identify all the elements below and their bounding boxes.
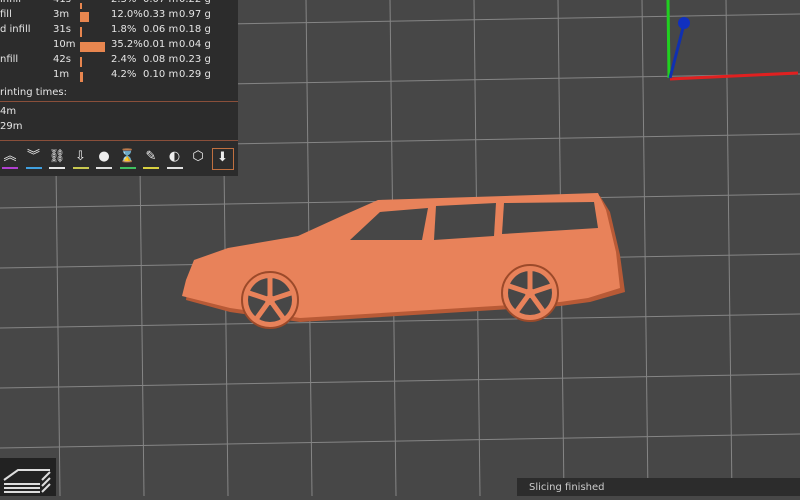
feature-time: 3m bbox=[53, 9, 70, 20]
shells-toggle[interactable]: ⬡ bbox=[188, 148, 208, 168]
printing-times-label: rinting times: bbox=[0, 87, 67, 98]
feature-percent: 35.2% bbox=[111, 39, 143, 50]
feature-time: 42s bbox=[53, 54, 71, 65]
feature-length: 0.01 m bbox=[143, 39, 179, 50]
percent-bar bbox=[80, 12, 89, 22]
shells-icon: ⬡ bbox=[192, 149, 204, 164]
legend-row: infill 41s 2.3% 0.07 m 0.22 g bbox=[0, 0, 238, 9]
pause-toggle[interactable]: ⌛ bbox=[118, 148, 138, 169]
sliced-model-car[interactable] bbox=[182, 193, 625, 329]
grid-line bbox=[725, 0, 733, 496]
print-time-stealth: 29m bbox=[0, 121, 23, 132]
legend-row: 10m 35.2% 0.01 m 0.04 g bbox=[0, 39, 238, 54]
toggle-underline bbox=[2, 167, 18, 169]
toggle-underline bbox=[49, 167, 65, 169]
feature-length: 0.06 m bbox=[143, 24, 179, 35]
feature-percent: 2.3% bbox=[111, 0, 136, 5]
feature-weight: 0.22 g bbox=[179, 0, 211, 5]
feature-weight: 0.18 g bbox=[179, 24, 211, 35]
toggle-underline bbox=[72, 167, 89, 169]
grid-line bbox=[0, 373, 800, 389]
toggle-underline bbox=[119, 167, 136, 169]
feature-percent: 2.4% bbox=[111, 54, 137, 65]
feature-time: 10m bbox=[53, 39, 76, 50]
feature-name: infill bbox=[0, 0, 21, 5]
custom-gcode-icon: ✎ bbox=[145, 149, 157, 164]
visibility-toolbar: ︽ ︾ ⛓ ⇩ ● ⌛ ✎ ◐ ⬡ ⬇ bbox=[0, 145, 238, 173]
print-time-normal: 4m bbox=[0, 106, 17, 117]
tool-marker-icon: ⬇ bbox=[217, 150, 228, 165]
layers-icon bbox=[3, 469, 51, 493]
feature-length: 0.08 m bbox=[143, 54, 179, 65]
travel-down-toggle[interactable]: ︾ bbox=[24, 148, 44, 169]
retractions-icon: ⛓ bbox=[48, 149, 66, 164]
travel-up-icon: ︽ bbox=[3, 149, 17, 164]
grid-line bbox=[641, 0, 649, 496]
percent-bar bbox=[80, 42, 105, 52]
feature-length: 0.07 m bbox=[143, 0, 178, 5]
toggle-underline bbox=[96, 167, 112, 169]
feature-percent: 4.2% bbox=[111, 69, 137, 80]
print-time-row: 29m bbox=[0, 121, 238, 136]
pause-icon: ⌛ bbox=[119, 149, 136, 164]
grid-line bbox=[0, 313, 800, 329]
legend-row: nfill 42s 2.4% 0.08 m 0.23 g bbox=[0, 54, 238, 69]
travel-up-toggle[interactable]: ︽ bbox=[0, 148, 20, 169]
divider bbox=[0, 101, 238, 102]
divider bbox=[0, 140, 238, 141]
legend-row: fill 3m 12.0% 0.33 m 0.97 g bbox=[0, 9, 238, 24]
retractions-toggle[interactable]: ⛓ bbox=[47, 148, 67, 169]
deretractions-toggle[interactable]: ⇩ bbox=[71, 148, 91, 169]
feature-percent: 1.8% bbox=[111, 24, 137, 35]
gcode-legend-panel: infill 41s 2.3% 0.07 m 0.22 gfill 3m 12.… bbox=[0, 0, 238, 176]
seams-toggle[interactable]: ◐ bbox=[165, 148, 185, 169]
toggle-underline bbox=[25, 167, 42, 169]
feature-name: d infill bbox=[0, 24, 31, 35]
feature-weight: 0.97 g bbox=[179, 9, 211, 20]
feature-percent: 12.0% bbox=[111, 9, 143, 20]
percent-bar bbox=[80, 27, 82, 37]
feature-time: 31s bbox=[53, 24, 71, 35]
feature-name: fill bbox=[0, 9, 12, 20]
feature-name: nfill bbox=[0, 54, 19, 65]
toggle-underline bbox=[166, 167, 183, 169]
travel-down-icon: ︾ bbox=[26, 149, 40, 164]
seams-icon: ◐ bbox=[168, 149, 181, 164]
feature-time: 41s bbox=[53, 0, 71, 5]
legend-row: d infill 31s 1.8% 0.06 m 0.18 g bbox=[0, 24, 238, 39]
color-changes-icon: ● bbox=[98, 149, 110, 164]
tool-marker-toggle[interactable]: ⬇ bbox=[211, 148, 234, 170]
toggle-underline bbox=[143, 167, 159, 169]
deretractions-icon: ⇩ bbox=[75, 149, 86, 164]
printing-times-header: rinting times: bbox=[0, 87, 238, 102]
notification-slicing-finished: Slicing finished bbox=[517, 478, 800, 496]
percent-bar bbox=[80, 57, 82, 67]
feature-length: 0.33 m bbox=[143, 9, 179, 20]
feature-weight: 0.04 g bbox=[179, 39, 211, 50]
legend-row: 1m 4.2% 0.10 m 0.29 g bbox=[0, 69, 238, 84]
layers-editing-button[interactable] bbox=[0, 458, 56, 496]
custom-gcode-toggle[interactable]: ✎ bbox=[141, 148, 161, 169]
print-time-row: 4m bbox=[0, 106, 238, 121]
status-text: Slicing finished bbox=[529, 482, 605, 493]
grid-line bbox=[0, 433, 800, 449]
feature-weight: 0.29 g bbox=[179, 69, 211, 80]
color-changes-toggle[interactable]: ● bbox=[94, 148, 114, 169]
percent-bar bbox=[80, 72, 83, 82]
axes-gizmo bbox=[666, 0, 799, 81]
feature-time: 1m bbox=[53, 69, 70, 80]
feature-weight: 0.23 g bbox=[179, 54, 211, 65]
feature-length: 0.10 m bbox=[143, 69, 179, 80]
